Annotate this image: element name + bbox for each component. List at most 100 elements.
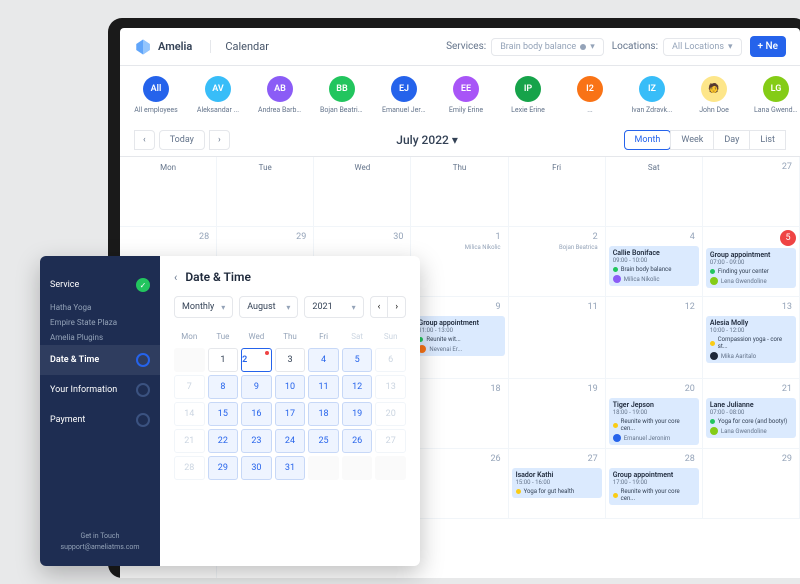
employee-chip[interactable]: AVAleksandar ... bbox=[196, 76, 240, 114]
calendar-cell[interactable]: 20 Tiger Jepson 18:00 - 19:00 Reunite wi… bbox=[606, 379, 703, 449]
employee-chip[interactable]: IZIvan Zdravk... bbox=[630, 76, 674, 114]
mini-cal-day[interactable]: 17 bbox=[275, 402, 306, 426]
calendar-cell[interactable]: 12 bbox=[606, 297, 703, 379]
day-number: 27 bbox=[706, 160, 796, 174]
employee-chip[interactable]: LGLana Gwend... bbox=[754, 76, 798, 114]
employee-chip[interactable]: IPLexie Erine bbox=[506, 76, 550, 114]
avatar: IZ bbox=[639, 76, 665, 102]
mini-cal-day[interactable]: 31 bbox=[275, 456, 306, 480]
mini-cal-day[interactable]: 24 bbox=[275, 429, 306, 453]
calendar-cell[interactable]: 27 Isador Kathi 15:00 - 16:00 Yoga for g… bbox=[509, 449, 606, 519]
employee-chip[interactable]: AllAll employees bbox=[134, 76, 178, 114]
calendar-cell[interactable]: 2Bojan Beatrica bbox=[509, 227, 606, 297]
calendar-cell[interactable]: 27 bbox=[703, 157, 800, 227]
day-number: 2 bbox=[512, 230, 602, 244]
booking-panel: ‹ Date & Time Monthly▾ August▾ 2021▾ ‹ ›… bbox=[160, 256, 420, 566]
calendar-cell[interactable]: 28 Group appointment 17:00 - 19:00 Reuni… bbox=[606, 449, 703, 519]
calendar-cell[interactable]: 21 Lane Julianne 07:00 - 08:00 Yoga for … bbox=[703, 379, 800, 449]
year-select[interactable]: 2021▾ bbox=[304, 296, 363, 318]
calendar-cell[interactable]: 26 bbox=[411, 449, 508, 519]
view-month[interactable]: Month bbox=[624, 130, 672, 150]
event-card[interactable]: Callie Boniface 09:00 - 10:00 Brain body… bbox=[609, 246, 699, 286]
employee-filter-row: AllAll employees AVAleksandar ... ABAndrea… bbox=[120, 66, 800, 124]
cal-head: Thu bbox=[411, 157, 508, 227]
view-list[interactable]: List bbox=[749, 130, 786, 150]
event-card[interactable]: Tiger Jepson 18:00 - 19:00 Reunite with … bbox=[609, 398, 699, 445]
chevron-down-icon: ▾ bbox=[352, 303, 356, 312]
calendar-cell[interactable]: 29 bbox=[703, 449, 800, 519]
mini-cal-day: 28 bbox=[174, 456, 205, 480]
laptop-notch bbox=[428, 18, 488, 28]
mini-cal-day[interactable]: 4 bbox=[308, 348, 339, 372]
prev-month-button[interactable]: ‹ bbox=[370, 296, 389, 318]
view-week[interactable]: Week bbox=[670, 130, 714, 150]
event-card[interactable]: Group appointment 07:00 - 09:00 Finding … bbox=[706, 248, 796, 288]
services-filter[interactable]: Brain body balance▾ bbox=[491, 38, 604, 56]
event-card[interactable]: Isador Kathi 15:00 - 16:00 Yoga for gut … bbox=[512, 468, 602, 498]
employee-chip[interactable]: EJEmanuel Jeronim bbox=[382, 76, 426, 114]
mini-cal-day[interactable]: 26 bbox=[342, 429, 373, 453]
mini-cal-head: Wed bbox=[241, 328, 272, 345]
prev-button[interactable]: ‹ bbox=[134, 130, 155, 150]
calendar-cell[interactable]: 1Milica Nikolic bbox=[411, 227, 508, 297]
mini-cal-day[interactable]: 5 bbox=[342, 348, 373, 372]
next-button[interactable]: › bbox=[209, 130, 230, 150]
new-button[interactable]: + Ne bbox=[750, 36, 787, 57]
mini-cal-day: 6 bbox=[375, 348, 406, 372]
cal-head: Sat bbox=[606, 157, 703, 227]
mini-cal-day[interactable]: 29 bbox=[208, 456, 239, 480]
mini-cal-day[interactable]: 2 bbox=[241, 348, 272, 372]
mini-cal-day[interactable]: 23 bbox=[241, 429, 272, 453]
day-number: 28 bbox=[123, 230, 213, 244]
calendar-cell[interactable]: 5 Group appointment 07:00 - 09:00 Findin… bbox=[703, 227, 800, 297]
employee-chip[interactable]: EEEmily Erine bbox=[444, 76, 488, 114]
mini-cal-day[interactable]: 12 bbox=[342, 375, 373, 399]
step-service[interactable]: Service bbox=[50, 270, 150, 300]
calendar-cell[interactable]: 13 Alesia Molly 10:00 - 12:00 Compassion… bbox=[703, 297, 800, 379]
today-button[interactable]: Today bbox=[159, 130, 205, 150]
mini-cal-day[interactable]: 19 bbox=[342, 402, 373, 426]
locations-filter[interactable]: All Locations▾ bbox=[663, 38, 741, 56]
employee-chip[interactable]: 🧑John Doe bbox=[692, 76, 736, 114]
avatar: EE bbox=[453, 76, 479, 102]
employee-chip[interactable]: ABAndrea Barber bbox=[258, 76, 302, 114]
step-information[interactable]: Your Information bbox=[50, 375, 150, 405]
mini-cal-day[interactable]: 8 bbox=[208, 375, 239, 399]
calendar-cell[interactable]: 4 Callie Boniface 09:00 - 10:00 Brain bo… bbox=[606, 227, 703, 297]
day-number: 1 bbox=[414, 230, 504, 244]
calendar-cell[interactable]: 18 bbox=[411, 379, 508, 449]
step-payment[interactable]: Payment bbox=[50, 405, 150, 435]
step-datetime[interactable]: Date & Time bbox=[40, 345, 160, 375]
day-number: 19 bbox=[512, 382, 602, 396]
avatar: All bbox=[143, 76, 169, 102]
mini-cal-day[interactable]: 11 bbox=[308, 375, 339, 399]
chevron-down-icon: ▾ bbox=[221, 303, 225, 312]
event-card[interactable]: Lane Julianne 07:00 - 08:00 Yoga for cor… bbox=[706, 398, 796, 438]
mini-cal-day[interactable]: 22 bbox=[208, 429, 239, 453]
mini-cal-day[interactable]: 25 bbox=[308, 429, 339, 453]
mini-cal-day[interactable]: 18 bbox=[308, 402, 339, 426]
view-day[interactable]: Day bbox=[713, 130, 750, 150]
mini-cal-day[interactable]: 15 bbox=[208, 402, 239, 426]
recurrence-select[interactable]: Monthly▾ bbox=[174, 296, 233, 318]
calendar-cell[interactable]: 9 Group appointment 11:00 - 13:00 Reunit… bbox=[411, 297, 508, 379]
employee-chip[interactable]: I2... bbox=[568, 76, 612, 114]
day-number: 18 bbox=[414, 382, 504, 396]
mini-cal-day[interactable]: 9 bbox=[241, 375, 272, 399]
event-card[interactable]: Alesia Molly 10:00 - 12:00 Compassion yo… bbox=[706, 316, 796, 363]
mini-cal-day[interactable]: 3 bbox=[275, 348, 306, 372]
mini-cal-day[interactable]: 1 bbox=[208, 348, 239, 372]
calendar-cell[interactable]: 11 bbox=[509, 297, 606, 379]
event-card[interactable]: Group appointment 17:00 - 19:00 Reunite … bbox=[609, 468, 699, 505]
current-month-label[interactable]: July 2022 ▾ bbox=[396, 133, 458, 147]
month-select[interactable]: August▾ bbox=[239, 296, 298, 318]
mini-cal-day[interactable]: 16 bbox=[241, 402, 272, 426]
day-number: 28 bbox=[609, 452, 699, 466]
back-icon[interactable]: ‹ bbox=[174, 271, 177, 284]
employee-chip[interactable]: BBBojan Beatrice bbox=[320, 76, 364, 114]
mini-cal-day[interactable]: 30 bbox=[241, 456, 272, 480]
next-month-button[interactable]: › bbox=[387, 296, 406, 318]
event-card[interactable]: Group appointment 11:00 - 13:00 Reunite … bbox=[414, 316, 504, 356]
calendar-cell[interactable]: 19 bbox=[509, 379, 606, 449]
mini-cal-day[interactable]: 10 bbox=[275, 375, 306, 399]
